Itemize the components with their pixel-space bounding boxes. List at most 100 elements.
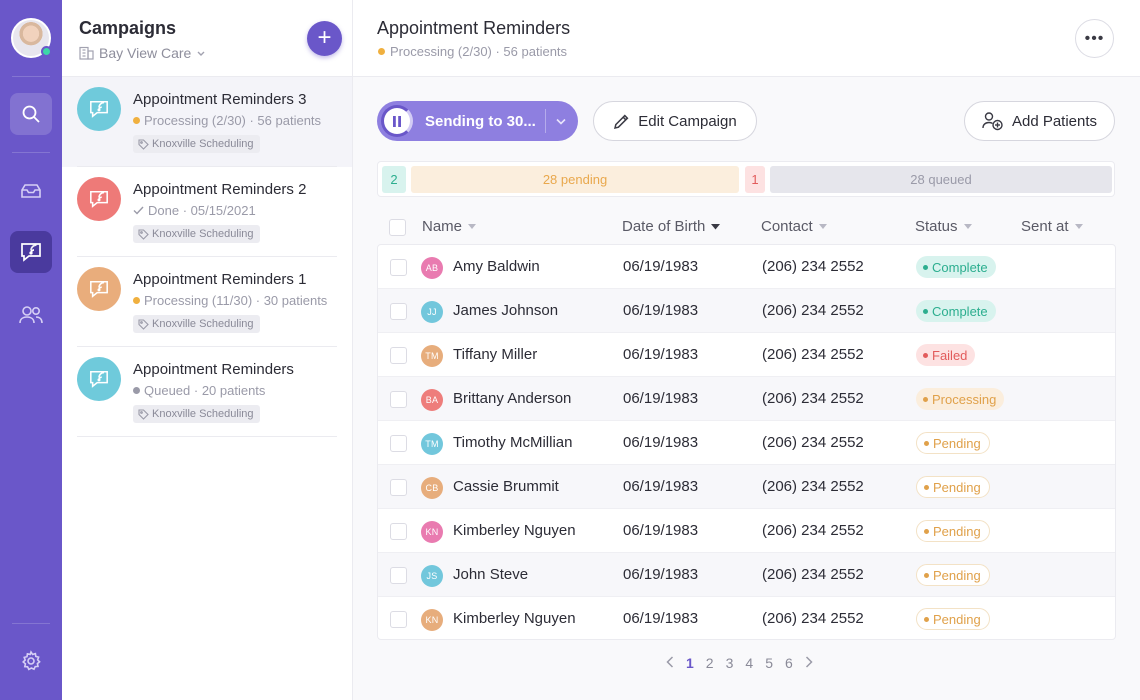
nav-search-button[interactable] bbox=[10, 93, 52, 135]
status-dot bbox=[923, 352, 928, 358]
patient-name: Timothy McMillian bbox=[453, 434, 573, 451]
table-row[interactable]: TM Timothy McMillian 06/19/1983 (206) 234 2… bbox=[378, 421, 1115, 465]
campaign-status: Queued · 20 patients bbox=[133, 383, 265, 398]
campaign-list-item[interactable]: Appointment Reminders 1 Processing (11/30… bbox=[62, 257, 352, 347]
status-text: Complete bbox=[932, 303, 988, 319]
status-dot bbox=[923, 396, 928, 402]
pause-button[interactable] bbox=[381, 105, 413, 137]
detail-title: Appointment Reminders bbox=[377, 18, 571, 38]
table-row[interactable]: BA Brittany Anderson 06/19/1983 (206) 234 2… bbox=[378, 377, 1115, 421]
row-checkbox[interactable] bbox=[390, 391, 407, 408]
next-page-button[interactable] bbox=[805, 655, 813, 671]
user-avatar[interactable] bbox=[11, 18, 52, 58]
page-number[interactable]: 2 bbox=[706, 655, 714, 671]
table-row[interactable]: CB Cassie Brummit 06/19/1983 (206) 234 2552… bbox=[378, 465, 1115, 509]
campaign-tag: Knoxville Scheduling bbox=[133, 405, 260, 423]
prev-page-button[interactable] bbox=[666, 655, 674, 671]
column-header-sent-at[interactable]: Sent at bbox=[1021, 218, 1083, 235]
status-dot bbox=[924, 528, 929, 534]
table-row[interactable]: JJ James Johnson 06/19/1983 (206) 234 2552 C… bbox=[378, 289, 1115, 333]
table-row[interactable]: AB Amy Baldwin 06/19/1983 (206) 234 2552 Com… bbox=[378, 245, 1115, 289]
table-row[interactable]: JS John Steve 06/19/1983 (206) 234 2552 Pend… bbox=[378, 553, 1115, 597]
row-checkbox[interactable] bbox=[390, 479, 407, 496]
column-header-contact[interactable]: Contact bbox=[761, 218, 827, 235]
status-text: Complete bbox=[932, 259, 988, 275]
column-header-dob[interactable]: Date of Birth bbox=[622, 218, 721, 235]
send-options-dropdown[interactable] bbox=[555, 115, 567, 127]
status-text: Processing bbox=[932, 391, 997, 407]
edit-campaign-label: Edit Campaign bbox=[638, 112, 737, 130]
edit-campaign-button[interactable]: Edit Campaign bbox=[593, 101, 757, 141]
page-number[interactable]: 5 bbox=[765, 655, 773, 671]
row-checkbox[interactable] bbox=[390, 259, 407, 276]
more-options-button[interactable]: ••• bbox=[1075, 19, 1114, 58]
status-text: Pending bbox=[933, 523, 981, 539]
patient-dob: 06/19/1983 bbox=[623, 566, 699, 583]
sending-split-button[interactable]: Sending to 30... bbox=[377, 101, 578, 141]
column-header-status[interactable]: Status bbox=[915, 218, 972, 235]
nav-contacts-button[interactable] bbox=[10, 294, 52, 336]
status-dot bbox=[924, 572, 929, 578]
campaign-list-item[interactable]: Appointment Reminders Queued · 20 patient… bbox=[62, 347, 352, 437]
status-dot bbox=[133, 297, 140, 304]
row-checkbox[interactable] bbox=[390, 303, 407, 320]
patient-contact: (206) 234 2552 bbox=[762, 390, 864, 407]
page-number[interactable]: 6 bbox=[785, 655, 793, 671]
status-badge: Pending bbox=[916, 608, 990, 630]
table-row[interactable]: KN Kimberley Nguyen 06/19/1983 (206) 234 25… bbox=[378, 509, 1115, 553]
nav-settings-button[interactable] bbox=[10, 640, 52, 682]
row-checkbox[interactable] bbox=[390, 611, 407, 628]
patient-contact: (206) 234 2552 bbox=[762, 302, 864, 319]
patient-name: Brittany Anderson bbox=[453, 390, 572, 407]
campaign-name: Appointment Reminders 3 bbox=[133, 91, 307, 108]
page-number[interactable]: 3 bbox=[726, 655, 734, 671]
status-dot bbox=[924, 440, 929, 446]
split-divider bbox=[545, 109, 546, 133]
add-campaign-button[interactable]: + bbox=[307, 21, 342, 56]
rail-divider bbox=[12, 76, 50, 77]
table-row[interactable]: TM Tiffany Miller 06/19/1983 (206) 234 2552… bbox=[378, 333, 1115, 377]
patient-name: Kimberley Nguyen bbox=[453, 610, 576, 627]
sort-icon bbox=[818, 223, 827, 229]
status-dot bbox=[924, 484, 929, 490]
row-checkbox[interactable] bbox=[390, 347, 407, 364]
patients-table: AB Amy Baldwin 06/19/1983 (206) 234 2552 Com… bbox=[377, 244, 1116, 640]
table-row[interactable]: KN Kimberley Nguyen 06/19/1983 (206) 234 25… bbox=[378, 597, 1115, 639]
campaign-list-item[interactable]: Appointment Reminders 3 Processing (2/30)… bbox=[62, 77, 352, 167]
row-checkbox[interactable] bbox=[390, 435, 407, 452]
page-number[interactable]: 4 bbox=[745, 655, 753, 671]
campaign-list-panel: Campaigns Bay View Care + Appointment Re… bbox=[62, 0, 353, 700]
campaign-status-text: Done · 05/15/2021 bbox=[148, 203, 256, 218]
campaign-list-item[interactable]: Appointment Reminders 2 Done · 05/15/2021… bbox=[62, 167, 352, 257]
patient-avatar: TM bbox=[421, 433, 443, 455]
search-icon bbox=[22, 105, 40, 123]
campaign-detail: Appointment Reminders Processing (2/30) … bbox=[353, 0, 1140, 700]
add-patients-button[interactable]: Add Patients bbox=[964, 101, 1115, 141]
patient-contact: (206) 234 2552 bbox=[762, 478, 864, 495]
patient-dob: 06/19/1983 bbox=[623, 390, 699, 407]
patient-dob: 06/19/1983 bbox=[623, 258, 699, 275]
status-dot bbox=[923, 264, 928, 270]
campaigns-icon bbox=[21, 243, 41, 262]
select-all-checkbox[interactable] bbox=[389, 219, 406, 236]
row-checkbox[interactable] bbox=[390, 567, 407, 584]
queued-segment: 28 queued bbox=[770, 166, 1112, 193]
org-selector[interactable]: Bay View Care bbox=[79, 45, 206, 61]
add-patients-label: Add Patients bbox=[1011, 112, 1098, 130]
status-dot bbox=[133, 117, 140, 124]
column-header-name[interactable]: Name bbox=[422, 218, 477, 235]
nav-campaigns-button[interactable] bbox=[10, 231, 52, 273]
patient-avatar: TM bbox=[421, 345, 443, 367]
status-badge: Failed bbox=[916, 344, 976, 366]
row-checkbox[interactable] bbox=[390, 523, 407, 540]
online-indicator bbox=[41, 46, 52, 57]
page-number[interactable]: 1 bbox=[686, 655, 694, 671]
sort-icon bbox=[963, 223, 972, 229]
patient-name: Kimberley Nguyen bbox=[453, 522, 576, 539]
campaign-name: Appointment Reminders 2 bbox=[133, 181, 307, 198]
sort-icon bbox=[1074, 223, 1083, 229]
status-text: Failed bbox=[932, 347, 968, 363]
pending-segment: 28 pending bbox=[411, 166, 739, 193]
broadcast-message-icon bbox=[90, 280, 108, 298]
nav-inbox-button[interactable] bbox=[10, 170, 52, 212]
